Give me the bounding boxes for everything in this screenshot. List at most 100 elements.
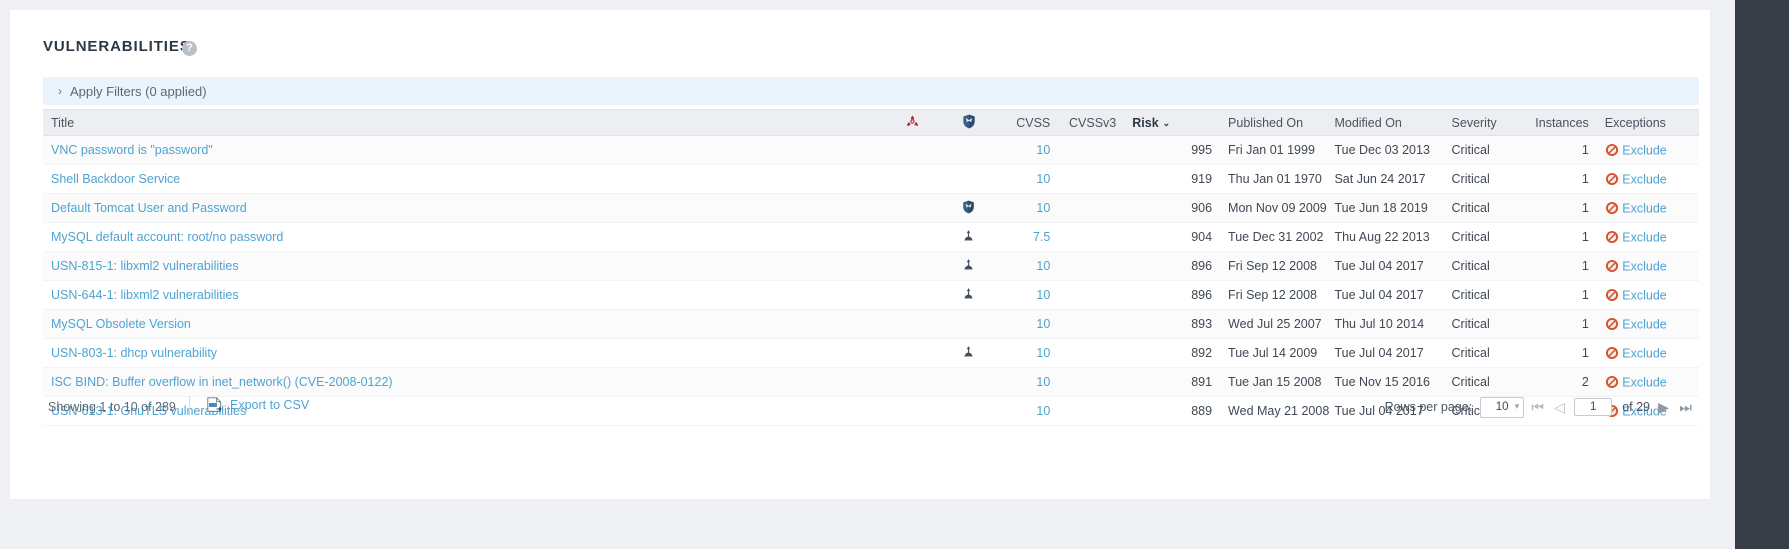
table-body: VNC password is "password" 10 995 Fri Jan 0… — [43, 135, 1699, 426]
page-root: VULNERABILITIES ? › Apply Filters (0 app… — [0, 0, 1789, 549]
vulnerability-title-link[interactable]: Default Tomcat User and Password — [51, 201, 247, 215]
cvss-score-link[interactable]: 7.5 — [1033, 230, 1050, 244]
table-row: USN-815-1: libxml2 vulnerabilities 10 896 F… — [43, 251, 1699, 281]
cell-cvss: 10 — [996, 251, 1059, 281]
cell-modified-on: Tue Dec 03 2013 — [1326, 135, 1444, 165]
first-page-icon[interactable]: ⏮ — [1529, 398, 1546, 417]
vulnerability-title-link[interactable]: ISC BIND: Buffer overflow in inet_networ… — [51, 375, 393, 389]
cell-exploit — [941, 309, 997, 339]
cell-published-on: Tue Jul 14 2009 — [1220, 338, 1327, 368]
cell-exploit — [941, 222, 997, 252]
last-page-icon[interactable]: ⏭ — [1677, 398, 1694, 417]
exclude-link[interactable]: Exclude — [1622, 346, 1666, 360]
vulnerability-title-link[interactable]: USN-815-1: libxml2 vulnerabilities — [51, 259, 239, 273]
exclude-icon — [1605, 375, 1619, 389]
cell-cvss: 10 — [996, 164, 1059, 194]
page-title: VULNERABILITIES — [43, 38, 191, 55]
table-row: USN-803-1: dhcp vulnerability 10 892 Tue Ju… — [43, 338, 1699, 368]
cvss-score-link[interactable]: 10 — [1036, 346, 1050, 360]
vulnerability-title-link[interactable]: USN-803-1: dhcp vulnerability — [51, 346, 217, 360]
vulnerability-title-link[interactable]: MySQL Obsolete Version — [51, 317, 191, 331]
cell-modified-on: Tue Jun 18 2019 — [1326, 193, 1444, 223]
vulnerability-title-link[interactable]: Shell Backdoor Service — [51, 172, 180, 186]
cell-instances: 1 — [1509, 193, 1597, 223]
export-to-csv-label: Export to CSV — [230, 398, 310, 412]
cvss-score-link[interactable]: 10 — [1036, 317, 1050, 331]
export-to-csv-button[interactable]: Export to CSV — [206, 397, 309, 413]
rows-per-page-select[interactable]: 10 ▾ — [1480, 396, 1525, 418]
cell-published-on: Wed Jul 25 2007 — [1220, 309, 1327, 339]
exclude-icon — [1605, 143, 1619, 157]
exclude-icon — [1605, 346, 1619, 360]
vulnerability-title-link[interactable]: USN-644-1: libxml2 vulnerabilities — [51, 288, 239, 302]
cell-instances: 1 — [1509, 309, 1597, 339]
cvss-score-link[interactable]: 10 — [1036, 259, 1050, 273]
column-header-malware[interactable] — [883, 109, 942, 136]
exclude-link[interactable]: Exclude — [1622, 143, 1666, 157]
cell-malware — [883, 222, 942, 252]
column-header-cvss[interactable]: CVSS — [996, 109, 1059, 136]
metasploit-exploit-icon[interactable] — [962, 345, 975, 359]
cell-risk: 919 — [1124, 164, 1221, 194]
column-header-exceptions[interactable]: Exceptions — [1596, 109, 1699, 136]
column-header-exploit[interactable] — [941, 109, 997, 136]
showing-range-label: Showing 1 to 10 of 289 — [48, 400, 176, 414]
cell-risk: 906 — [1124, 193, 1221, 223]
cell-cvss: 7.5 — [996, 222, 1059, 252]
cell-published-on: Mon Nov 09 2009 — [1220, 193, 1327, 223]
cell-instances: 1 — [1509, 222, 1597, 252]
cell-cvss: 10 — [996, 309, 1059, 339]
exclude-icon — [1605, 201, 1619, 215]
vulnerability-title-link[interactable]: MySQL default account: root/no password — [51, 230, 283, 244]
cvss-score-link[interactable]: 10 — [1036, 201, 1050, 215]
column-header-risk-label: Risk — [1132, 115, 1159, 130]
cell-risk: 892 — [1124, 338, 1221, 368]
cell-exceptions: Exclude — [1596, 164, 1699, 194]
page-number-input[interactable] — [1574, 398, 1613, 416]
table-row: MySQL Obsolete Version 10 893 Wed Jul 25 20… — [43, 309, 1699, 339]
exclude-link[interactable]: Exclude — [1622, 172, 1666, 186]
apply-filters-bar[interactable]: › Apply Filters (0 applied) — [43, 77, 1699, 105]
cell-published-on: Fri Sep 12 2008 — [1220, 251, 1327, 281]
table-row: USN-644-1: libxml2 vulnerabilities 10 896 F… — [43, 280, 1699, 310]
cvss-score-link[interactable]: 10 — [1036, 143, 1050, 157]
exclude-link[interactable]: Exclude — [1622, 288, 1666, 302]
shield-exploit-icon — [962, 114, 976, 129]
cell-cvssv3 — [1058, 251, 1125, 281]
exclude-link[interactable]: Exclude — [1622, 317, 1666, 331]
cell-modified-on: Tue Jul 04 2017 — [1326, 280, 1444, 310]
exclude-link[interactable]: Exclude — [1622, 230, 1666, 244]
exclude-link[interactable]: Exclude — [1622, 375, 1666, 389]
metasploit-exploit-icon[interactable] — [962, 287, 975, 301]
cell-exceptions: Exclude — [1596, 193, 1699, 223]
metasploit-exploit-icon[interactable] — [962, 258, 975, 272]
cell-malware — [883, 280, 942, 310]
cell-exceptions: Exclude — [1596, 280, 1699, 310]
cell-severity: Critical — [1443, 309, 1510, 339]
table-footer: Showing 1 to 10 of 289 Export to CSV Row… — [43, 393, 1699, 425]
metasploit-exploit-icon[interactable] — [962, 229, 975, 243]
prev-page-icon[interactable]: ◁ — [1551, 398, 1568, 417]
vulnerability-title-link[interactable]: VNC password is "password" — [51, 143, 213, 157]
shield-exploit-icon[interactable] — [962, 200, 975, 214]
column-header-risk[interactable]: Risk ⌄ — [1124, 109, 1221, 136]
cvss-score-link[interactable]: 10 — [1036, 375, 1050, 389]
cvss-score-link[interactable]: 10 — [1036, 172, 1050, 186]
cell-title: MySQL default account: root/no password — [43, 222, 884, 252]
column-header-cvssv3[interactable]: CVSSv3 — [1058, 109, 1125, 136]
help-icon[interactable]: ? — [182, 41, 197, 56]
cvss-score-link[interactable]: 10 — [1036, 288, 1050, 302]
table-row: Shell Backdoor Service 10 919 Thu Jan 01 19… — [43, 164, 1699, 194]
cell-exploit — [941, 193, 997, 223]
column-header-modified-on[interactable]: Modified On — [1326, 109, 1444, 136]
column-header-published-on[interactable]: Published On — [1220, 109, 1327, 136]
exclude-link[interactable]: Exclude — [1622, 259, 1666, 273]
column-header-severity[interactable]: Severity — [1443, 109, 1510, 136]
next-page-icon[interactable]: ▶ — [1655, 398, 1672, 417]
cell-modified-on: Thu Aug 22 2013 — [1326, 222, 1444, 252]
exclude-link[interactable]: Exclude — [1622, 201, 1666, 215]
cell-published-on: Fri Jan 01 1999 — [1220, 135, 1327, 165]
column-header-title[interactable]: Title — [43, 109, 884, 136]
column-header-instances[interactable]: Instances — [1509, 109, 1597, 136]
exclude-icon — [1605, 317, 1619, 331]
